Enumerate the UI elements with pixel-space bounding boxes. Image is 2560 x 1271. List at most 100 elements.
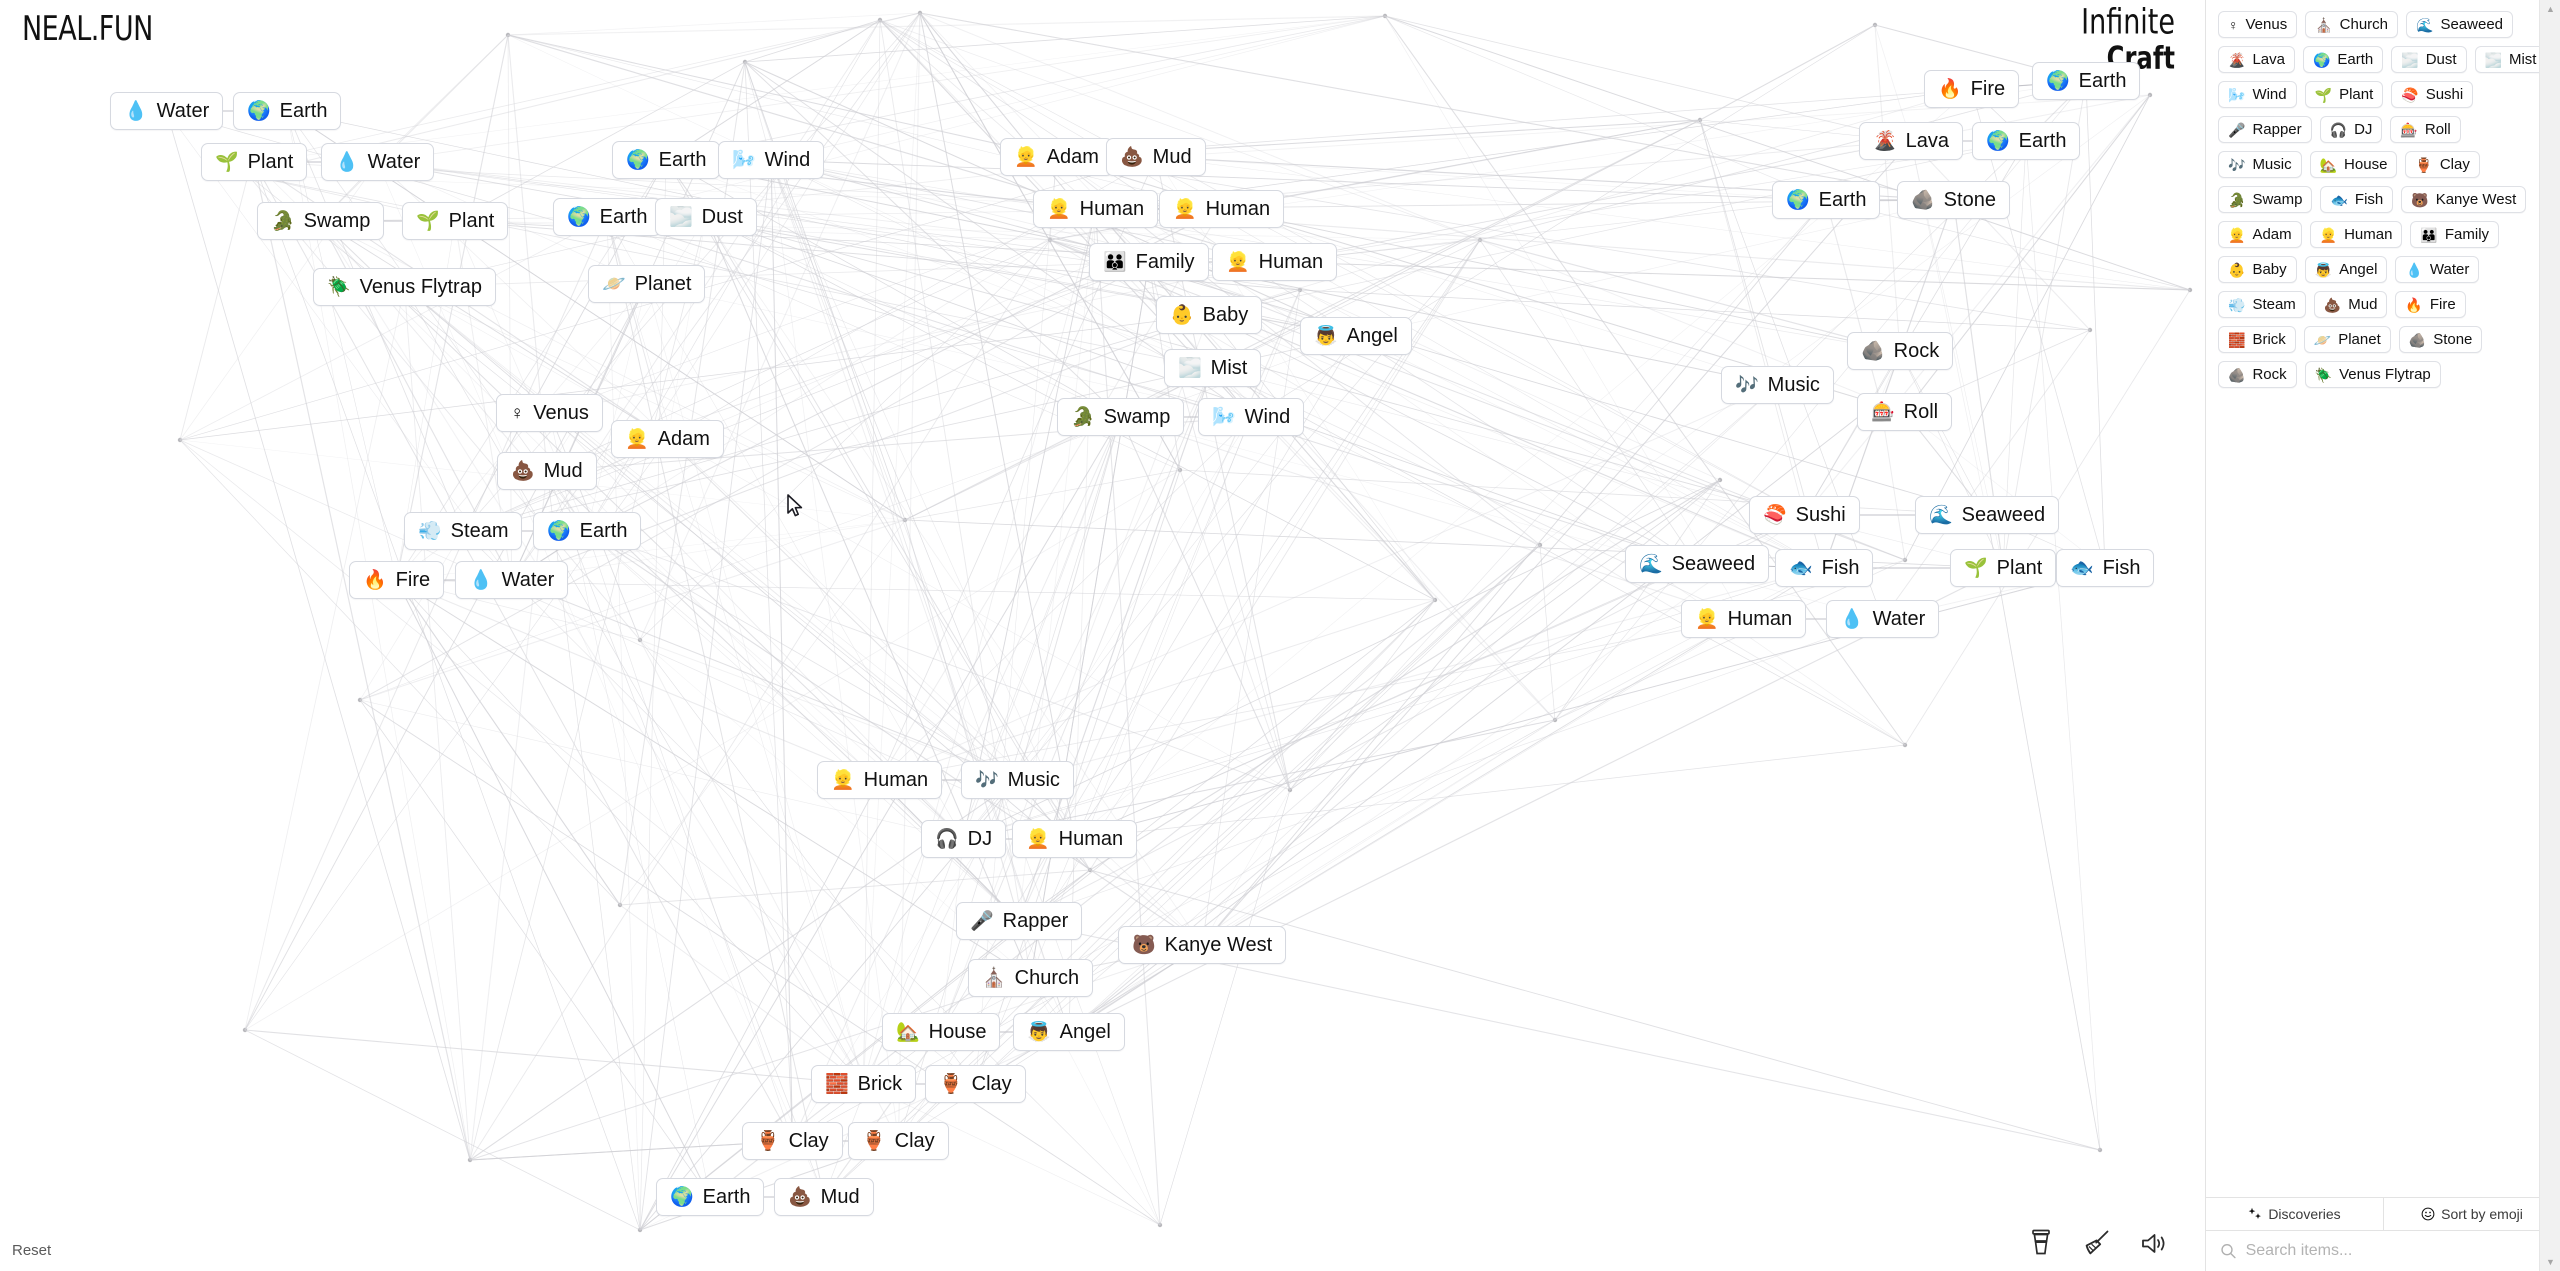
- canvas-item[interactable]: 🌫️ Dust: [655, 198, 757, 236]
- canvas-item[interactable]: 💧 Water: [455, 561, 569, 599]
- sidebar-item[interactable]: 🏺 Clay: [2405, 151, 2480, 178]
- scroll-up-arrow[interactable]: ▲: [2540, 0, 2560, 18]
- neal-fun-logo[interactable]: NEAL.FUN: [22, 10, 153, 49]
- canvas-item[interactable]: 🌱 Plant: [402, 202, 509, 240]
- canvas-item[interactable]: 🎧 DJ: [921, 820, 1007, 858]
- search-input[interactable]: [2245, 1242, 2546, 1260]
- sidebar-item[interactable]: 🪨 Stone: [2398, 326, 2483, 353]
- canvas-item[interactable]: 👱 Human: [1212, 243, 1338, 281]
- canvas-item[interactable]: 🌬️ Wind: [1198, 398, 1305, 436]
- canvas-item[interactable]: 👱 Human: [817, 761, 943, 799]
- canvas-item[interactable]: 🌍 Earth: [533, 512, 642, 550]
- canvas-item[interactable]: 👼 Angel: [1300, 317, 1412, 355]
- canvas-item[interactable]: ♀ Venus: [496, 394, 603, 432]
- canvas-item[interactable]: 🏺 Clay: [925, 1065, 1026, 1103]
- sidebar-item[interactable]: 🪨 Rock: [2218, 361, 2297, 388]
- canvas-item[interactable]: 🌍 Earth: [1772, 181, 1881, 219]
- sidebar-item[interactable]: 🐟 Fish: [2320, 186, 2394, 213]
- sidebar-item[interactable]: 🔥 Fire: [2395, 291, 2466, 318]
- canvas-item[interactable]: 🐻 Kanye West: [1118, 926, 1287, 964]
- canvas-item[interactable]: 👶 Baby: [1156, 296, 1263, 334]
- reset-button[interactable]: Reset: [12, 1242, 51, 1259]
- sidebar-item[interactable]: 🪐 Planet: [2303, 326, 2391, 353]
- sidebar-item[interactable]: 🎧 DJ: [2319, 116, 2383, 143]
- canvas-item[interactable]: 👼 Angel: [1013, 1013, 1125, 1051]
- canvas-item[interactable]: 🌍 Earth: [233, 92, 342, 130]
- sidebar-item[interactable]: 🌫️ Dust: [2391, 46, 2467, 73]
- canvas-item[interactable]: 🌍 Earth: [656, 1178, 765, 1216]
- canvas-item[interactable]: 👱 Human: [1159, 190, 1285, 228]
- tab-sort-by-emoji[interactable]: Sort by emoji: [2383, 1198, 2560, 1230]
- sidebar-item[interactable]: 🌱 Plant: [2304, 81, 2384, 108]
- canvas-item[interactable]: 🌬️ Wind: [718, 141, 825, 179]
- canvas-item[interactable]: 🎶 Music: [1721, 366, 1834, 404]
- sidebar-item[interactable]: 🌫️ Mist: [2474, 46, 2547, 73]
- sidebar-item[interactable]: 👪 Family: [2410, 221, 2500, 248]
- canvas-item[interactable]: 💩 Mud: [497, 452, 597, 490]
- canvas-item[interactable]: 💧 Water: [1826, 600, 1940, 638]
- canvas-item[interactable]: 🌍 Earth: [553, 198, 662, 236]
- canvas-item[interactable]: 🌱 Plant: [201, 143, 308, 181]
- sidebar-item[interactable]: 🎶 Music: [2218, 151, 2302, 178]
- coffee-icon[interactable]: [2028, 1227, 2054, 1257]
- canvas-item[interactable]: 🌱 Plant: [1950, 549, 2057, 587]
- sidebar-item[interactable]: ⛪ Church: [2305, 11, 2399, 38]
- canvas-item[interactable]: 💩 Mud: [1106, 138, 1206, 176]
- tab-discoveries[interactable]: Discoveries: [2206, 1198, 2383, 1230]
- canvas-item[interactable]: 🐊 Swamp: [1057, 398, 1185, 436]
- canvas-item[interactable]: 🧱 Brick: [811, 1065, 917, 1103]
- canvas-item[interactable]: 🪨 Rock: [1847, 332, 1954, 370]
- canvas-item[interactable]: 🏡 House: [882, 1013, 1001, 1051]
- canvas-item[interactable]: 🌫️ Mist: [1164, 349, 1262, 387]
- sidebar-item[interactable]: 🎰 Roll: [2390, 116, 2461, 143]
- canvas-item[interactable]: 🎤 Rapper: [956, 902, 1083, 940]
- canvas-item[interactable]: 🌍 Earth: [2032, 62, 2141, 100]
- canvas-item[interactable]: 🔥 Fire: [349, 561, 445, 599]
- canvas-item[interactable]: 🍣 Sushi: [1749, 496, 1860, 534]
- canvas-item[interactable]: 🌊 Seaweed: [1915, 496, 2060, 534]
- search-row[interactable]: [2206, 1231, 2560, 1271]
- canvas-item[interactable]: 🏺 Clay: [848, 1122, 949, 1160]
- crafting-canvas[interactable]: NEAL.FUN Infinite Craft 💧 Water 🌍 Earth 🌱 Pla…: [0, 0, 2205, 1271]
- sidebar-item[interactable]: 🏡 House: [2309, 151, 2398, 178]
- sidebar-item[interactable]: 🌊 Seaweed: [2406, 11, 2514, 38]
- canvas-item[interactable]: 👱 Human: [1681, 600, 1807, 638]
- canvas-item[interactable]: 🐊 Swamp: [257, 202, 385, 240]
- canvas-item[interactable]: 🌊 Seaweed: [1625, 545, 1770, 583]
- sound-icon[interactable]: [2140, 1231, 2170, 1257]
- canvas-item[interactable]: 🏺 Clay: [742, 1122, 843, 1160]
- canvas-item[interactable]: 💧 Water: [110, 92, 224, 130]
- sidebar-item[interactable]: 🎤 Rapper: [2218, 116, 2312, 143]
- canvas-item[interactable]: 👪 Family: [1089, 243, 1209, 281]
- sidebar-item[interactable]: 🧱 Brick: [2218, 326, 2296, 353]
- canvas-item[interactable]: 👱 Human: [1012, 820, 1138, 858]
- broom-icon[interactable]: [2082, 1229, 2112, 1257]
- canvas-item[interactable]: 🐟 Fish: [2056, 549, 2155, 587]
- sidebar-item[interactable]: 👼 Angel: [2304, 256, 2388, 283]
- sidebar-item[interactable]: 🪲 Venus Flytrap: [2304, 361, 2441, 388]
- sidebar-item[interactable]: 🐻 Kanye West: [2401, 186, 2527, 213]
- canvas-item[interactable]: 👱 Adam: [1000, 138, 1113, 176]
- canvas-item[interactable]: 🪨 Stone: [1897, 181, 2010, 219]
- sidebar-item[interactable]: 👱 Human: [2309, 221, 2403, 248]
- sidebar-item[interactable]: 👱 Adam: [2218, 221, 2302, 248]
- canvas-item[interactable]: 🔥 Fire: [1924, 70, 2020, 108]
- canvas-item[interactable]: 💨 Steam: [404, 512, 523, 550]
- sidebar-item[interactable]: 🍣 Sushi: [2391, 81, 2474, 108]
- canvas-item[interactable]: 🌍 Earth: [1972, 122, 2081, 160]
- sidebar-item[interactable]: 🐊 Swamp: [2218, 186, 2313, 213]
- sidebar-item[interactable]: 🌍 Earth: [2302, 46, 2384, 73]
- canvas-item[interactable]: 🐟 Fish: [1775, 549, 1874, 587]
- sidebar-item[interactable]: 👶 Baby: [2218, 256, 2297, 283]
- sidebar-item[interactable]: 💧 Water: [2395, 256, 2480, 283]
- sidebar-item[interactable]: ♀ Venus: [2218, 11, 2298, 38]
- sidebar-scrollbar[interactable]: ▲ ▼: [2539, 0, 2560, 1271]
- canvas-item[interactable]: 👱 Adam: [611, 420, 724, 458]
- canvas-item[interactable]: 🎰 Roll: [1857, 393, 1953, 431]
- canvas-item[interactable]: 👱 Human: [1033, 190, 1159, 228]
- sidebar-item[interactable]: 💨 Steam: [2218, 291, 2306, 318]
- canvas-item[interactable]: 🌋 Lava: [1859, 122, 1964, 160]
- canvas-item[interactable]: 💩 Mud: [774, 1178, 874, 1216]
- sidebar-item[interactable]: 💩 Mud: [2313, 291, 2388, 318]
- canvas-item[interactable]: 💧 Water: [321, 143, 435, 181]
